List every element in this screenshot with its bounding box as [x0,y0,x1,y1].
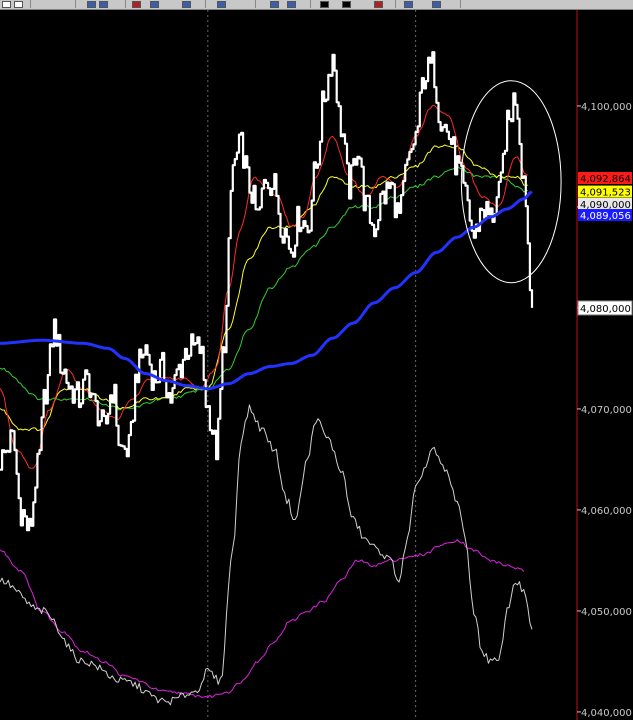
zoom-out-icon[interactable] [285,0,296,8]
crosshair-icon[interactable] [215,0,226,8]
y-tick-label: 4,050,000 [581,607,632,618]
price-tag-label: 4,089,056 [580,211,631,222]
price-chart: 4,040,000 4,050,000 4,060,000 4,070,000 4,08… [0,10,633,720]
highlight-ellipse[interactable] [460,80,562,284]
y-tick-label: 4,070,000 [581,405,632,416]
price-tag-label: 4,091,523 [580,188,631,199]
y-tick-label: 4,060,000 [581,506,632,517]
new-icon[interactable] [0,0,11,8]
toolbar-separator [395,0,396,8]
fast-moving-average-line [0,104,529,469]
price-tags: 4,092,8644,091,5234,090,0004,089,056 [578,172,632,222]
annotation-layer [460,80,562,284]
cascade-icon[interactable] [97,0,108,8]
delete-icon[interactable] [180,0,191,8]
toolbar-separator [310,0,311,8]
arrow-icon[interactable] [430,0,441,8]
zoom-in-icon[interactable] [268,0,279,8]
oscillator-line [0,404,533,706]
slow-moving-average-line [0,165,528,411]
series-layer [0,51,534,706]
toolbar-separator [460,0,461,8]
y-tick-label: 4,040,000 [581,708,632,719]
toolbar-separator [125,0,126,8]
long-moving-average-line [0,190,533,391]
toolbar [0,0,633,10]
open-icon[interactable] [12,0,23,8]
draw-tool-icon[interactable] [340,0,351,8]
pointer-icon[interactable] [318,0,329,8]
toolbar-separator [255,0,256,8]
toolbar-separator [75,0,76,8]
toolbar-separator [205,0,206,8]
chart-type-icon[interactable] [148,0,159,8]
y-tick-label: 4,100,000 [581,102,632,113]
price-tag-label: 4,092,864 [580,174,631,185]
signal-line-line [0,539,525,698]
toolbar-separator [30,0,31,8]
indicator-icon[interactable] [130,0,141,8]
properties-icon[interactable] [402,0,413,8]
vertical-gridlines [207,10,417,720]
close-icon[interactable] [372,0,383,8]
y-tick-label: 4,080,000 [580,304,631,315]
link-icon[interactable] [85,0,96,8]
